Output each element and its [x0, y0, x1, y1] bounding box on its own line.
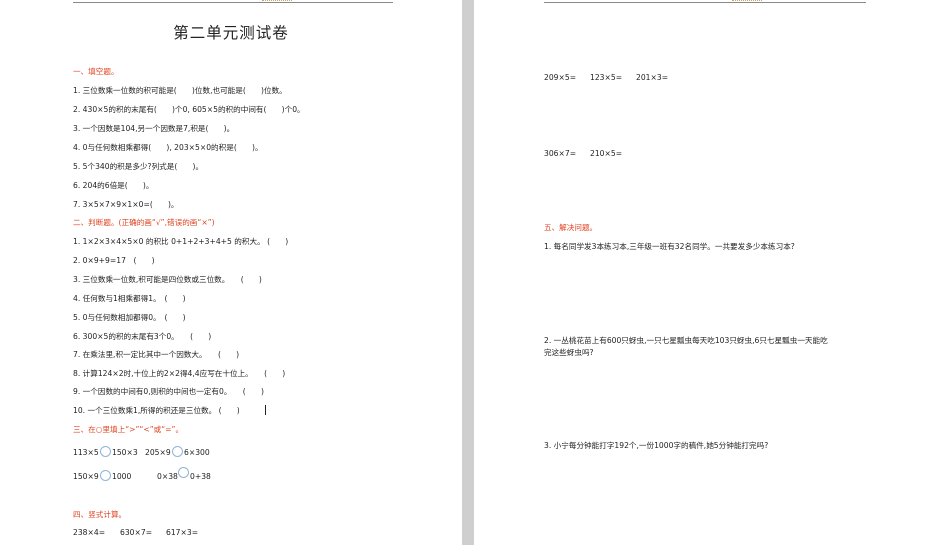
calc-item: 238×4=: [73, 528, 106, 537]
question-line: 8. 计算124×2时,十位上的2×2得4,4应写在十位上。 ( ): [73, 369, 286, 378]
header-rule: [544, 2, 866, 3]
section-heading-compare: 三、在○里填上“>”“<”或“=”。: [73, 425, 184, 434]
compare-expression: 1000: [112, 472, 132, 481]
page-title: 第二单元测试卷: [173, 24, 289, 42]
question-line: 3. 三位数乘一位数,积可能是四位数或三位数。 ( ): [73, 275, 262, 284]
compare-expression: 205×9: [145, 448, 171, 457]
question-line: 1. 三位数乘一位数的积可能是( )位数,也可能是( )位数。: [73, 86, 287, 95]
compare-circle[interactable]: [100, 446, 111, 457]
section-heading-true-false: 二、判断题。(正确的画“√”,错误的画“×”): [73, 218, 215, 227]
compare-expression: 6×300: [184, 448, 210, 457]
calc-item: 617×3=: [166, 528, 199, 537]
compare-circle[interactable]: [178, 467, 189, 478]
calc-item: 201×3=: [636, 73, 669, 82]
calc-item: 209×5=: [544, 73, 577, 82]
question-line: 2. 430×5的积的末尾有( )个0, 605×5的积的中间有( )个0。: [73, 105, 305, 114]
problem-line: 1. 每名同学发3本练习本,三年级一班有32名同学。一共要发多少本练习本?: [544, 242, 795, 251]
compare-expression: 113×5: [73, 448, 99, 457]
document-page-left: 第二单元测试卷 一、填空题。 1. 三位数乘一位数的积可能是( )位数,也可能是…: [0, 0, 462, 545]
question-line: 1. 1×2×3×4×5×0 的积比 0+1+2+3+4+5 的积大。 ( ): [73, 237, 289, 246]
calc-item: 306×7=: [544, 149, 577, 158]
question-line: 5. 0与任何数相加都得0。 ( ): [73, 313, 186, 322]
calc-item: 210×5=: [590, 149, 623, 158]
section-heading-vertical-calc: 四、竖式计算。: [73, 510, 127, 519]
calc-item: 630×7=: [120, 528, 153, 537]
question-line: 4. 任何数与1相乘都得1。 ( ): [73, 294, 186, 303]
compare-expression: 150×3: [112, 448, 138, 457]
problem-line: 3. 小宁每分钟能打字192个,一份1000字的稿件,她5分钟能打完吗?: [544, 441, 769, 450]
question-line: 7. 在乘法里,积一定比其中一个因数大。 ( ): [73, 350, 240, 359]
question-line: 3. 一个因数是104,另一个因数是7,积是( )。: [73, 124, 235, 133]
compare-circle[interactable]: [172, 446, 183, 457]
question-line: 9. 一个因数的中间有0,则积的中间也一定有0。 ( ): [73, 387, 264, 396]
question-line: 6. 300×5的积的末尾有3个0。 ( ): [73, 332, 212, 341]
header-marker: [262, 0, 292, 2]
text-cursor: [265, 405, 266, 415]
section-heading-word-problems: 五、解决问题。: [544, 223, 598, 232]
compare-expression: 0+38: [190, 472, 211, 481]
compare-circle[interactable]: [100, 470, 111, 481]
header-marker: [732, 0, 762, 2]
page-gutter: [462, 0, 474, 545]
header-rule: [73, 2, 393, 3]
section-heading-fill-blank: 一、填空题。: [73, 67, 119, 76]
compare-expression: 0×38: [157, 472, 178, 481]
problem-line: 2. 一丛桃花苗上有600只蚜虫,一只七星瓢虫每天吃103只蚜虫,6只七星瓢虫一…: [544, 336, 828, 345]
calc-item: 123×5=: [590, 73, 623, 82]
problem-line: 完这些蚜虫吗?: [544, 348, 594, 357]
document-page-right: 209×5= 123×5= 201×3= 306×7= 210×5= 五、解决问…: [474, 0, 939, 545]
question-line: 7. 3×5×7×9×1×0=( )。: [73, 200, 179, 209]
question-line: 2. 0×9+9=17 ( ): [73, 256, 155, 265]
compare-expression: 150×9: [73, 472, 99, 481]
question-line: 10. 一个三位数乘1,所得的积还是三位数。 ( ): [73, 406, 240, 415]
question-line: 5. 5个340的积是多少?列式是( )。: [73, 162, 204, 171]
question-line: 6. 204的6倍是( )。: [73, 181, 154, 190]
question-line: 4. 0与任何数相乘都得( ), 203×5×0的积是( )。: [73, 143, 263, 152]
